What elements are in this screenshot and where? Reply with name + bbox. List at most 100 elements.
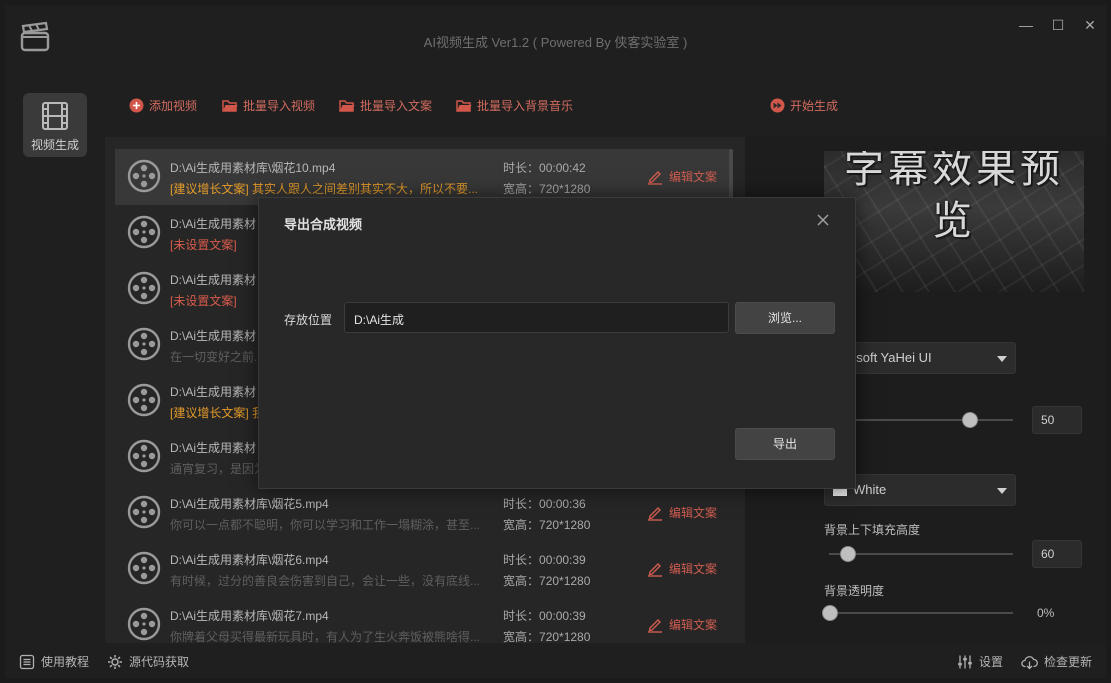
- font-size-value: 50: [1041, 413, 1055, 427]
- video-size: 宽高：720*1280: [503, 516, 590, 533]
- bg-opacity-slider[interactable]: [829, 612, 1013, 614]
- font-size-slider-handle[interactable]: [961, 412, 978, 428]
- source-code-button[interactable]: 源代码获取: [107, 653, 189, 670]
- nav-item-video-gen[interactable]: 视频生成: [23, 93, 87, 157]
- edit-icon: [648, 506, 662, 521]
- list-item[interactable]: D:\Ai生成用素材库\烟花6.mp4 有时候，过分的善良会伤害到自己，会让一些…: [115, 541, 730, 597]
- list-item[interactable]: D:\Ai生成用素材库\烟花7.mp4 你牌着父母买得最新玩具时，有人为了生火奔…: [115, 597, 730, 643]
- font-size-slider[interactable]: [829, 419, 1013, 421]
- edit-copy-button[interactable]: 编辑文案: [647, 168, 717, 185]
- dialog-title: 导出合成视频: [284, 217, 363, 232]
- video-size: 宽高：720*1280: [503, 628, 590, 643]
- document-list-icon: [19, 654, 35, 669]
- bg-opacity-slider-handle[interactable]: [822, 605, 838, 621]
- batch-import-bgm-label: 批量导入背景音乐: [477, 99, 574, 113]
- export-button[interactable]: 导出: [735, 428, 835, 460]
- batch-import-bgm-button[interactable]: 批量导入背景音乐: [456, 97, 573, 114]
- batch-import-video-button[interactable]: 批量导入视频: [222, 97, 315, 114]
- bg-padding-slider[interactable]: [829, 553, 1013, 555]
- video-duration: 时长：00:00:39: [503, 607, 586, 624]
- batch-import-copy-button[interactable]: 批量导入文案: [339, 97, 432, 114]
- preview-text: 字幕效果预览: [844, 151, 1064, 243]
- size-value: 720*1280: [539, 630, 591, 643]
- video-copy: 有时候，过分的善良会伤害到自己，会让一些，没有底线...: [170, 574, 481, 588]
- bg-padding-input[interactable]: 60: [1032, 540, 1082, 568]
- bg-opacity-label: 背景透明度: [824, 584, 885, 598]
- video-path: D:\Ai生成用素材: [170, 217, 257, 231]
- size-label: 宽高：: [503, 182, 540, 196]
- video-path: D:\Ai生成用素材: [170, 385, 257, 399]
- duration-label: 时长：: [503, 497, 540, 511]
- color-select-value: White: [853, 482, 887, 497]
- duration-label: 时长：: [503, 609, 540, 623]
- edit-icon: [648, 618, 662, 633]
- bg-padding-slider-handle[interactable]: [840, 546, 857, 562]
- add-video-button[interactable]: 添加视频: [129, 97, 197, 114]
- size-value: 720*1280: [539, 518, 591, 532]
- edit-copy-button[interactable]: 编辑文案: [647, 504, 717, 521]
- video-path: D:\Ai生成用素材: [170, 329, 257, 343]
- edit-copy-button[interactable]: 编辑文案: [647, 616, 717, 633]
- video-path: D:\Ai生成用素材: [170, 273, 257, 287]
- video-size: 宽高：720*1280: [503, 180, 590, 197]
- nav-item-label: 视频生成: [30, 138, 79, 152]
- font-select-value: osoft YaHei UI: [849, 350, 932, 365]
- tutorial-button[interactable]: 使用教程: [19, 653, 89, 670]
- edit-copy-label: 编辑文案: [669, 618, 718, 632]
- edit-icon: [648, 562, 662, 577]
- check-update-button[interactable]: 检查更新: [1021, 653, 1092, 670]
- duration-label: 时长：: [503, 161, 540, 175]
- film-icon: [42, 102, 68, 130]
- duration-value: 00:00:39: [539, 609, 586, 623]
- sliders-icon: [958, 655, 972, 668]
- browse-button[interactable]: 浏览...: [735, 302, 835, 334]
- folder-open-icon: [456, 99, 472, 112]
- film-reel-icon: [127, 551, 161, 585]
- bg-padding-value: 60: [1041, 547, 1055, 561]
- size-label: 宽高：: [503, 574, 540, 588]
- film-reel-icon: [127, 383, 161, 417]
- add-video-label: 添加视频: [149, 99, 198, 113]
- settings-button[interactable]: 设置: [957, 653, 1003, 670]
- duration-value: 00:00:39: [539, 553, 586, 567]
- location-label: 存放位置: [284, 313, 333, 327]
- film-reel-icon: [127, 495, 161, 529]
- batch-import-copy-label: 批量导入文案: [360, 99, 433, 113]
- video-path: D:\Ai生成用素材库\烟花10.mp4: [170, 161, 336, 175]
- video-copy: [建议增长文案] 其实人跟人之间差别其实不大，所以不要...: [170, 182, 479, 196]
- edit-copy-label: 编辑文案: [669, 506, 718, 520]
- start-button[interactable]: 开始生成: [770, 97, 838, 114]
- edit-copy-button[interactable]: 编辑文案: [647, 560, 717, 577]
- film-reel-icon: [127, 327, 161, 361]
- list-item[interactable]: D:\Ai生成用素材库\烟花5.mp4 你可以一点都不聪明，你可以学习和工作一塌…: [115, 485, 730, 541]
- size-value: 720*1280: [539, 182, 591, 196]
- start-label: 开始生成: [790, 99, 839, 113]
- cloud-download-icon: [1021, 655, 1038, 669]
- video-path: D:\Ai生成用素材库\烟花6.mp4: [170, 553, 329, 567]
- bg-opacity-value: 0%: [1037, 606, 1055, 620]
- batch-import-video-label: 批量导入视频: [243, 99, 316, 113]
- folder-open-icon: [222, 99, 238, 112]
- font-size-input[interactable]: 50: [1032, 406, 1082, 434]
- close-icon[interactable]: [815, 212, 831, 228]
- duration-value: 00:00:42: [539, 161, 586, 175]
- gear-icon: [108, 654, 122, 669]
- video-copy: 你可以一点都不聪明，你可以学习和工作一塌糊涂，甚至...: [170, 518, 481, 532]
- close-button[interactable]: ✕: [1077, 13, 1103, 37]
- folder-open-icon: [339, 99, 355, 112]
- film-reel-icon: [127, 271, 161, 305]
- maximize-button[interactable]: ☐: [1045, 13, 1071, 37]
- edit-copy-label: 编辑文案: [669, 170, 718, 184]
- side-nav: 视频生成: [5, 73, 105, 643]
- minimize-button[interactable]: —: [1013, 13, 1039, 37]
- subtitle-preview: 字幕效果预览: [824, 151, 1084, 292]
- bg-padding-label: 背景上下填充高度: [824, 523, 921, 537]
- size-label: 宽高：: [503, 518, 540, 532]
- film-reel-icon: [127, 607, 161, 641]
- size-label: 宽高：: [503, 630, 540, 643]
- toolbar: 添加视频 批量导入视频 批量导入文案 批量导入背景音乐 开始生成: [105, 73, 1106, 137]
- location-input[interactable]: D:\Ai生成: [344, 302, 729, 333]
- video-duration: 时长：00:00:42: [503, 159, 586, 176]
- tutorial-label: 使用教程: [41, 655, 90, 669]
- export-dialog: 导出合成视频 存放位置 D:\Ai生成 浏览... 导出: [258, 197, 856, 489]
